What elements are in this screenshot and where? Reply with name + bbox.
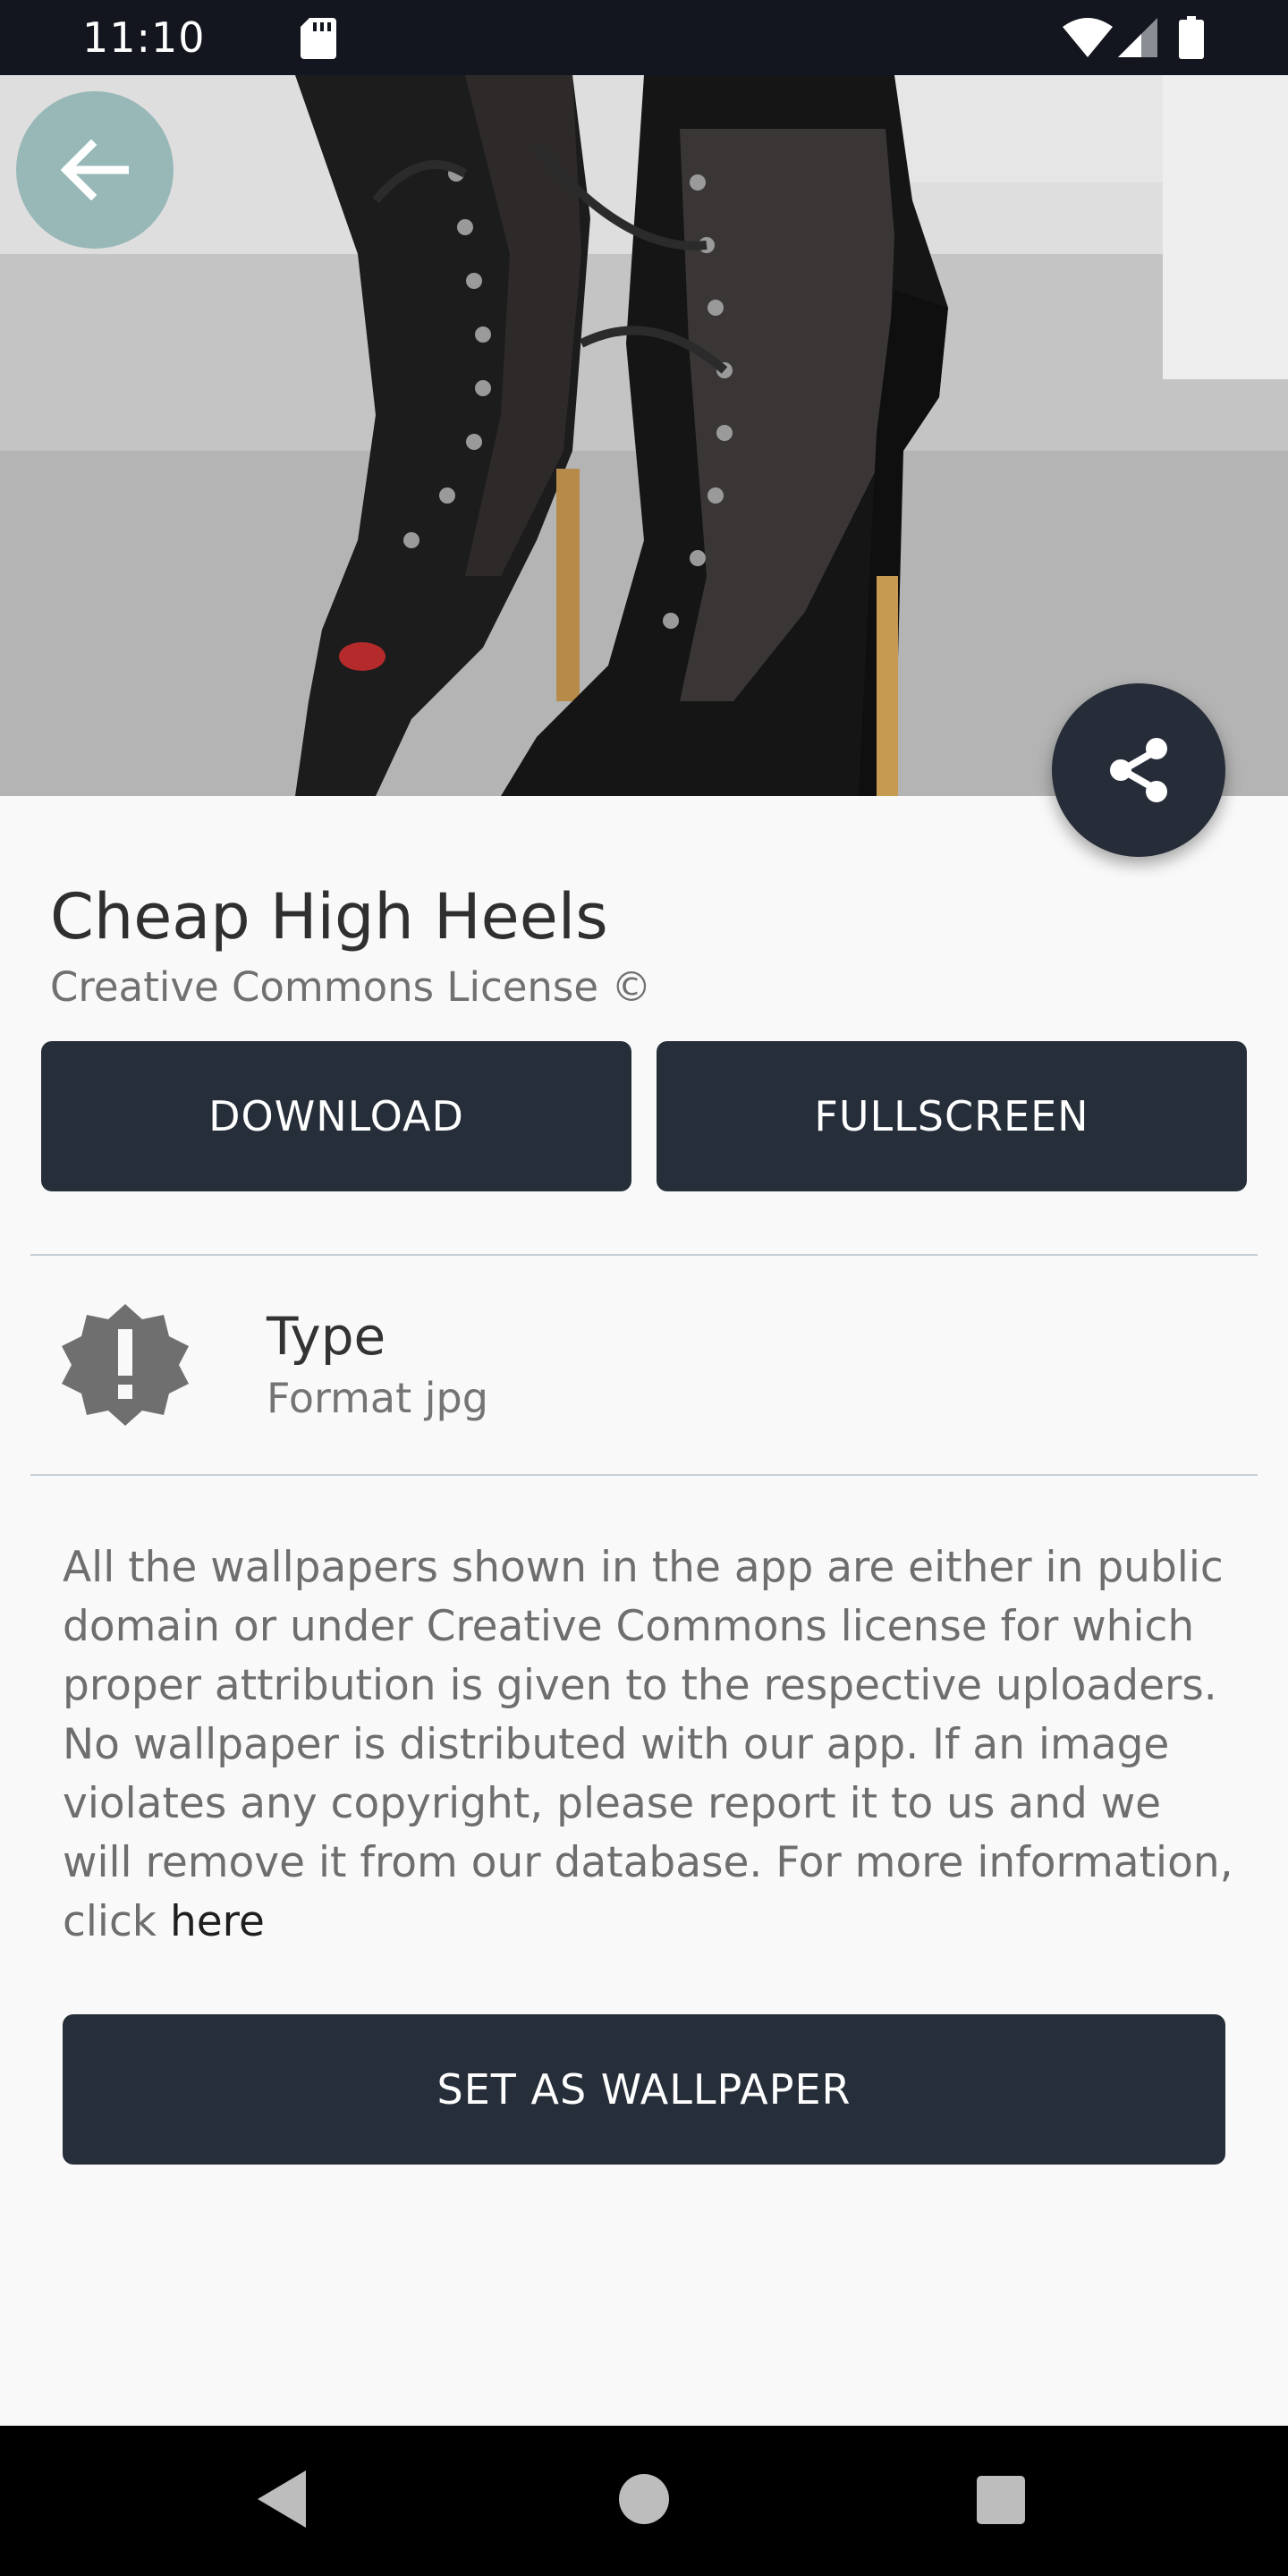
nav-back-icon[interactable]	[258, 2470, 308, 2528]
set-wallpaper-button[interactable]: SET AS WALLPAPER	[63, 2014, 1225, 2165]
divider	[30, 1474, 1258, 1476]
disclaimer-text: All the wallpapers shown in the app are …	[63, 1538, 1243, 1952]
boots-illustration	[0, 75, 1288, 796]
arrow-left-icon	[61, 140, 129, 200]
type-label: Type	[267, 1306, 386, 1367]
more-info-link[interactable]: here	[170, 1897, 265, 1946]
wallpaper-preview-image[interactable]	[0, 75, 1288, 796]
cell-signal-icon	[1118, 18, 1157, 57]
divider	[30, 1254, 1258, 1256]
back-button[interactable]	[16, 91, 174, 249]
type-value: Format jpg	[267, 1374, 488, 1422]
sd-card-icon	[301, 18, 336, 59]
download-button[interactable]: DOWNLOAD	[41, 1041, 631, 1191]
wallpaper-detail-screen: 11:10 Cheap High Heels Creative Commons …	[0, 0, 1288, 2576]
status-time: 11:10	[82, 13, 206, 62]
battery-icon	[1179, 16, 1204, 59]
nav-recents-icon[interactable]	[977, 2476, 1025, 2524]
share-button[interactable]	[1052, 683, 1225, 857]
fullscreen-button[interactable]: FULLSCREEN	[657, 1041, 1247, 1191]
nav-home-icon[interactable]	[619, 2474, 669, 2524]
share-icon	[1110, 738, 1167, 802]
wallpaper-title: Cheap High Heels	[50, 880, 608, 953]
license-text: Creative Commons License ©	[50, 963, 652, 1011]
disclaimer-body: All the wallpapers shown in the app are …	[63, 1543, 1233, 1946]
wifi-icon	[1063, 18, 1113, 57]
status-bar: 11:10	[0, 0, 1288, 75]
alert-badge-icon	[62, 1304, 189, 1426]
